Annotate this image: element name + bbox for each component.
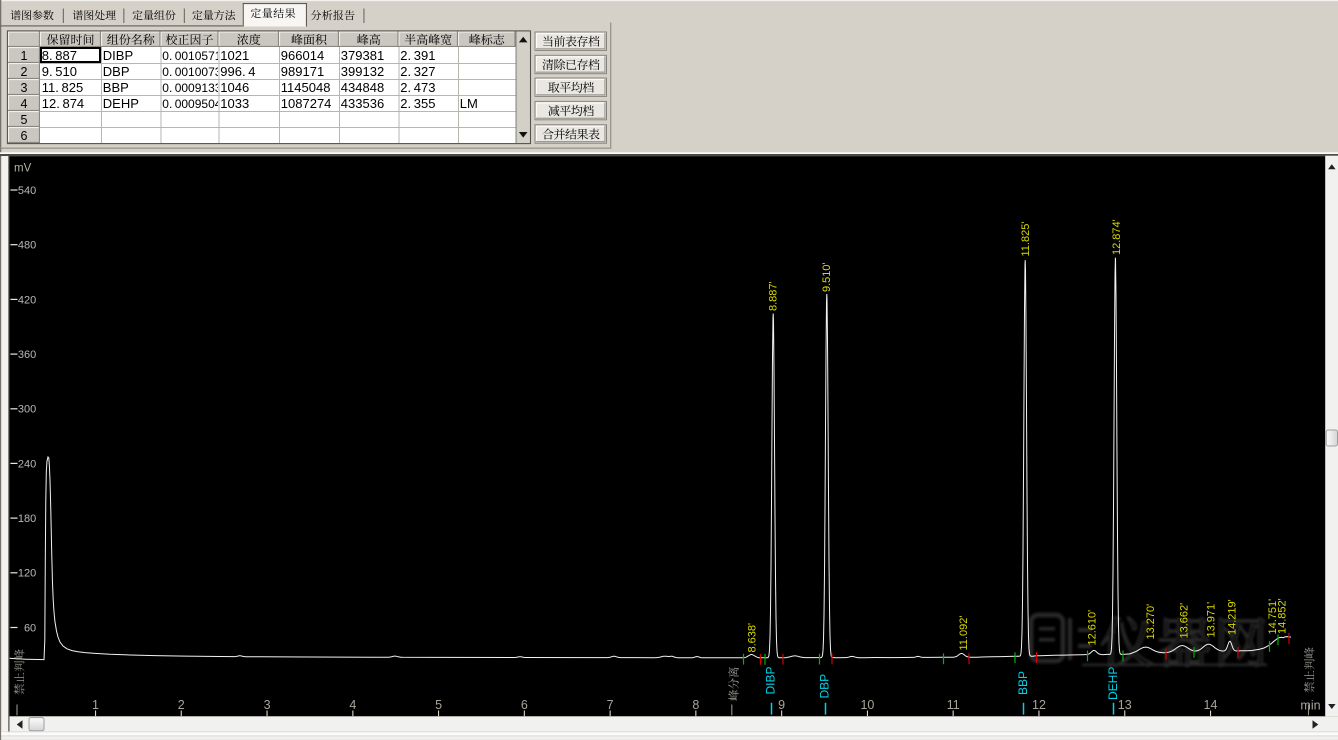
svg-text:996. 4: 996. 4 — [220, 64, 255, 79]
svg-text:300: 300 — [18, 404, 36, 416]
svg-text:DEHP: DEHP — [103, 96, 139, 111]
svg-text:420: 420 — [18, 294, 36, 306]
svg-text:1087274: 1087274 — [281, 96, 332, 111]
svg-text:12.874': 12.874' — [1111, 219, 1123, 255]
svg-text:433536: 433536 — [341, 96, 384, 111]
svg-text:DIBP: DIBP — [103, 48, 133, 63]
svg-text:360: 360 — [18, 349, 36, 361]
svg-text:DBP: DBP — [818, 674, 832, 699]
svg-text:1046: 1046 — [220, 80, 249, 95]
svg-text:14.852': 14.852' — [1276, 598, 1288, 634]
svg-text:9: 9 — [778, 698, 785, 712]
svg-text:DEHP: DEHP — [1106, 667, 1120, 700]
svg-text:1: 1 — [21, 49, 28, 63]
svg-text:8.887': 8.887' — [768, 281, 780, 311]
svg-text:DIBP: DIBP — [763, 666, 777, 694]
svg-text:2. 355: 2. 355 — [400, 96, 435, 111]
svg-text:8: 8 — [692, 698, 699, 712]
svg-text:12. 874: 12. 874 — [42, 96, 84, 111]
svg-text:379381: 379381 — [341, 48, 384, 63]
svg-text:10: 10 — [860, 698, 874, 712]
svg-text:12.610': 12.610' — [1086, 610, 1098, 646]
svg-text:4: 4 — [349, 698, 356, 712]
svg-text:966014: 966014 — [281, 48, 324, 63]
svg-text:2. 473: 2. 473 — [400, 80, 435, 95]
svg-text:7: 7 — [607, 698, 614, 712]
svg-text:11. 825: 11. 825 — [42, 80, 83, 95]
svg-text:DBP: DBP — [103, 64, 130, 79]
svg-text:399132: 399132 — [341, 64, 384, 79]
svg-text:11.092': 11.092' — [958, 616, 970, 651]
svg-text:BBP: BBP — [1016, 671, 1030, 695]
svg-text:12: 12 — [1032, 698, 1046, 712]
svg-text:14: 14 — [1204, 698, 1218, 712]
svg-text:11.825': 11.825' — [1020, 222, 1032, 257]
svg-text:989171: 989171 — [281, 64, 324, 79]
svg-text:3: 3 — [264, 698, 271, 712]
svg-text:14.219': 14.219' — [1226, 599, 1238, 635]
svg-text:5: 5 — [435, 698, 442, 712]
svg-text:2: 2 — [21, 65, 28, 79]
svg-text:120: 120 — [18, 568, 36, 580]
svg-text:434848: 434848 — [341, 80, 384, 95]
svg-text:8. 887: 8. 887 — [42, 48, 77, 63]
svg-text:4: 4 — [21, 97, 28, 111]
svg-text:BBP: BBP — [103, 80, 129, 95]
svg-text:1021: 1021 — [220, 48, 249, 63]
svg-text:480: 480 — [18, 240, 36, 252]
svg-text:540: 540 — [18, 185, 36, 197]
svg-text:6: 6 — [521, 698, 528, 712]
svg-text:6: 6 — [21, 129, 28, 143]
svg-text:1033: 1033 — [220, 96, 249, 111]
svg-text:60: 60 — [24, 622, 36, 634]
svg-text:9. 510: 9. 510 — [42, 64, 77, 79]
svg-text:2. 327: 2. 327 — [400, 64, 435, 79]
svg-text:3: 3 — [21, 81, 28, 95]
svg-text:240: 240 — [18, 458, 36, 470]
svg-text:1145048: 1145048 — [281, 80, 331, 95]
svg-text:9.510': 9.510' — [821, 262, 833, 292]
svg-text:mV: mV — [14, 163, 32, 175]
svg-text:180: 180 — [18, 513, 36, 525]
svg-text:8.638': 8.638' — [746, 623, 758, 653]
svg-text:min: min — [1300, 699, 1320, 713]
svg-text:5: 5 — [21, 113, 28, 127]
svg-text:2. 391: 2. 391 — [400, 48, 435, 63]
svg-text:13.662': 13.662' — [1178, 603, 1190, 639]
svg-text:LM: LM — [460, 96, 478, 111]
svg-text:13.270': 13.270' — [1145, 604, 1157, 640]
svg-text:13.971': 13.971' — [1205, 602, 1217, 638]
svg-text:2: 2 — [178, 698, 185, 712]
svg-text:11: 11 — [947, 698, 960, 712]
svg-text:1: 1 — [92, 698, 99, 712]
